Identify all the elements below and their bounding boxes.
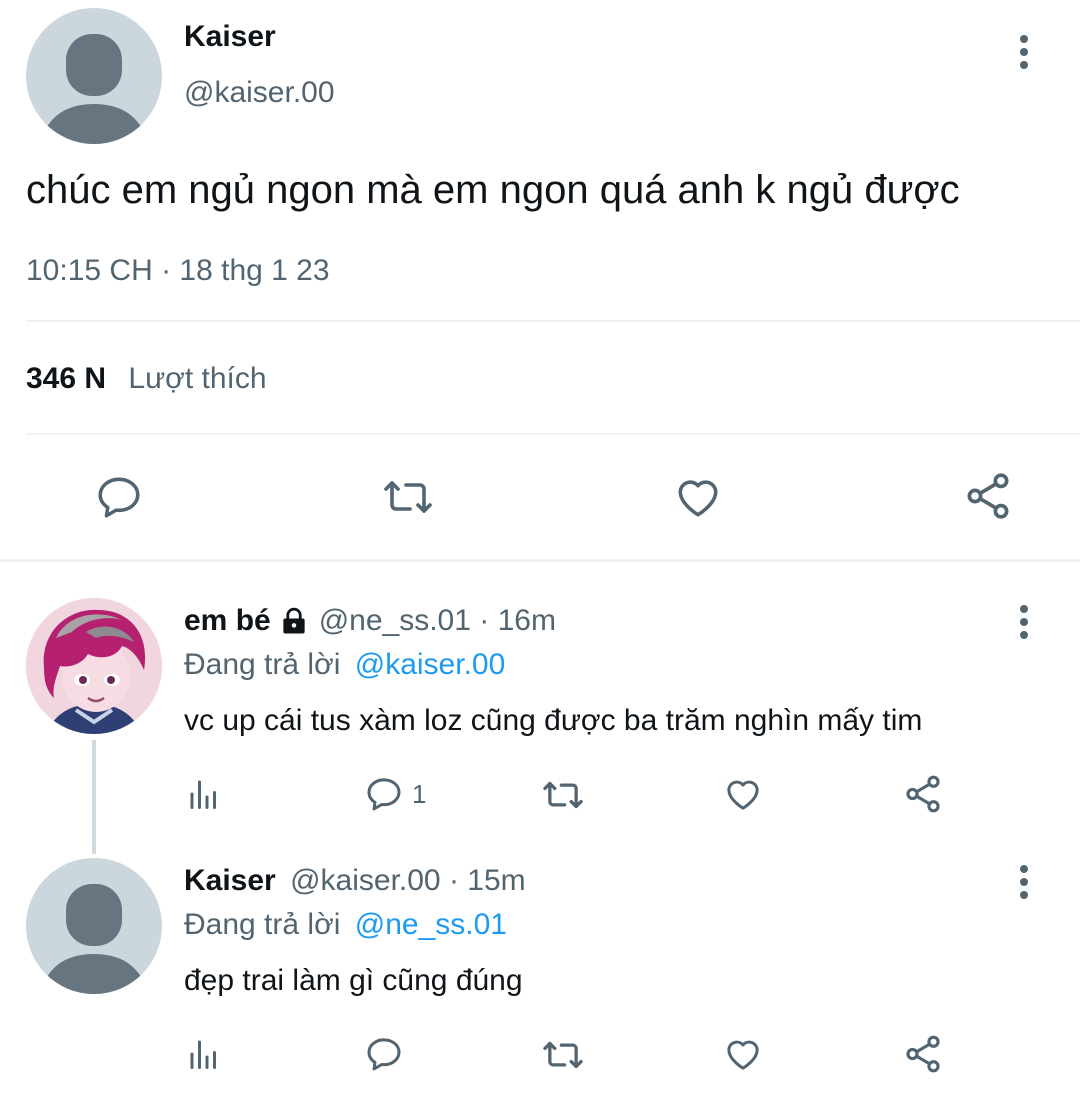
bar-chart-icon xyxy=(190,780,216,809)
divider xyxy=(26,320,1080,322)
share-icon xyxy=(906,775,940,813)
share-icon xyxy=(967,473,1009,519)
reply-header: Kaiser @kaiser.00 · 15m xyxy=(184,864,526,898)
author-handle-time[interactable]: @ne_ss.01 · 16m xyxy=(319,604,556,638)
reply-header: em bé @ne_ss.01 · 16m xyxy=(184,604,556,638)
anime-avatar-image xyxy=(26,598,162,734)
author-display-name[interactable]: Kaiser xyxy=(184,20,276,54)
comment-bubble-icon xyxy=(98,477,140,518)
reply-text: đẹp trai làm gì cũng đúng xyxy=(184,964,523,997)
like-button[interactable] xyxy=(672,472,724,522)
replying-to-handle[interactable]: @kaiser.00 xyxy=(355,648,506,681)
avatar[interactable] xyxy=(26,598,162,734)
more-options-button[interactable] xyxy=(1004,32,1044,72)
like-label: Lượt thích xyxy=(128,362,267,395)
avatar[interactable] xyxy=(26,858,162,994)
more-vertical-icon xyxy=(1020,35,1028,69)
retweet-button[interactable] xyxy=(380,472,436,522)
more-vertical-icon xyxy=(1020,865,1028,899)
section-divider xyxy=(0,559,1080,562)
share-button[interactable] xyxy=(902,1033,944,1075)
analytics-button[interactable] xyxy=(186,1036,222,1072)
share-button[interactable] xyxy=(902,773,944,815)
comment-bubble-icon xyxy=(367,1038,401,1071)
like-count: 346 N xyxy=(26,362,107,395)
more-options-button[interactable] xyxy=(1004,602,1044,642)
heart-icon xyxy=(727,1040,759,1070)
comment-bubble-icon xyxy=(367,778,401,811)
like-button[interactable] xyxy=(722,774,764,814)
analytics-button[interactable] xyxy=(186,776,222,812)
divider xyxy=(26,433,1080,435)
reply-button[interactable]: 1 xyxy=(364,774,426,814)
like-stats[interactable]: 346 N Lượt thích xyxy=(26,362,267,396)
author-handle[interactable]: @kaiser.00 xyxy=(184,76,335,110)
avatar[interactable] xyxy=(26,8,162,144)
replying-to-handle[interactable]: @ne_ss.01 xyxy=(355,908,507,941)
replying-to-label: Đang trả lời xyxy=(184,908,341,941)
share-button[interactable] xyxy=(962,470,1014,522)
reply-button[interactable] xyxy=(364,1034,412,1074)
replying-to-label: Đang trả lời xyxy=(184,648,341,681)
default-avatar-icon xyxy=(40,34,148,144)
tweet-text: chúc em ngủ ngon mà em ngon quá anh k ng… xyxy=(26,168,960,212)
more-options-button[interactable] xyxy=(1004,862,1044,902)
protected-account-badge xyxy=(279,606,309,636)
tweet-timestamp[interactable]: 10:15 CH · 18 thg 1 23 xyxy=(26,254,330,288)
author-display-name[interactable]: em bé xyxy=(184,604,271,638)
thread-line xyxy=(92,740,96,854)
replying-to: Đang trả lời @kaiser.00 xyxy=(184,648,505,682)
heart-icon xyxy=(727,780,759,810)
bar-chart-icon xyxy=(190,1040,216,1069)
more-vertical-icon xyxy=(1020,605,1028,639)
retweet-icon xyxy=(543,781,583,809)
like-button[interactable] xyxy=(722,1034,764,1074)
replying-to: Đang trả lời @ne_ss.01 xyxy=(184,908,507,942)
author-display-name[interactable]: Kaiser xyxy=(184,864,276,897)
reply-button[interactable] xyxy=(94,472,144,522)
author-handle-time[interactable]: @kaiser.00 · 15m xyxy=(290,864,526,897)
reply-text: vc up cái tus xàm loz cũng được ba trăm … xyxy=(184,704,923,737)
share-icon xyxy=(906,1035,940,1073)
default-avatar-icon xyxy=(40,884,148,994)
heart-icon xyxy=(678,480,718,517)
lock-icon xyxy=(283,607,305,634)
retweet-button[interactable] xyxy=(540,775,586,815)
retweet-icon xyxy=(384,481,432,513)
retweet-icon xyxy=(543,1041,583,1069)
reply-count: 1 xyxy=(412,778,427,809)
retweet-button[interactable] xyxy=(540,1035,586,1075)
